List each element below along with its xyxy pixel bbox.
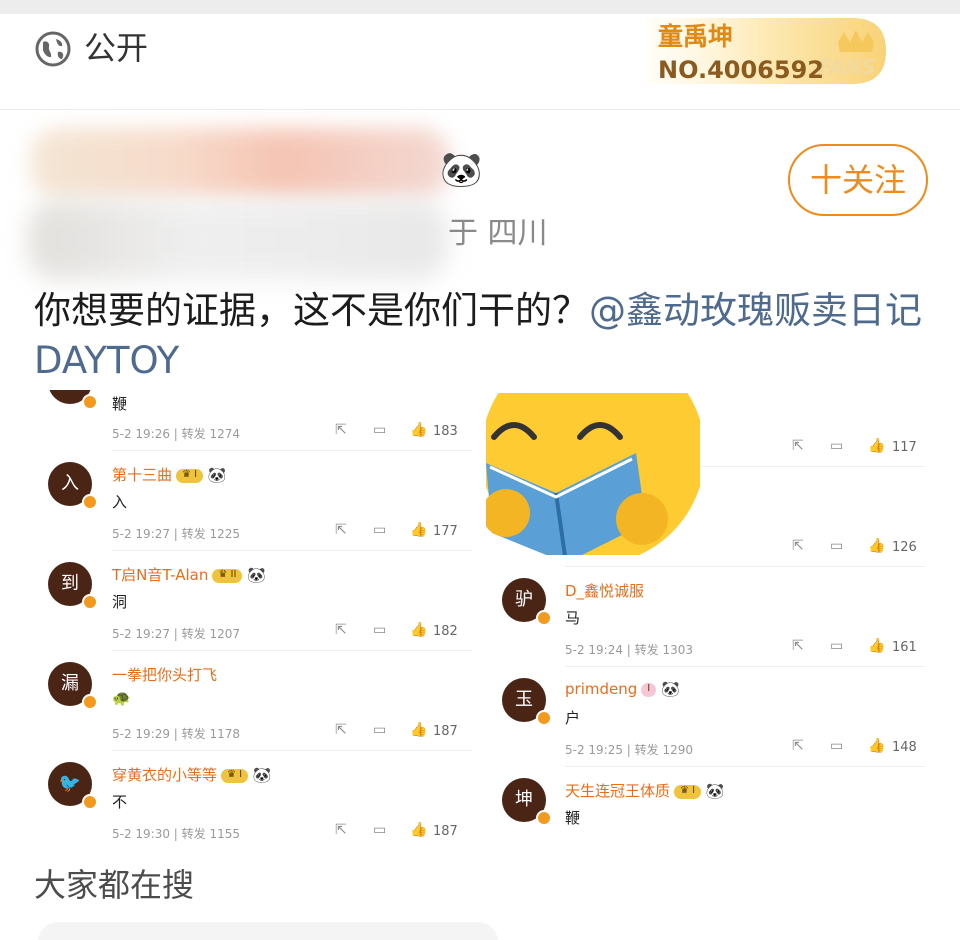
comment-text: 入 — [112, 493, 128, 511]
member-tag-icon: ♛ I — [176, 468, 204, 483]
comment-username[interactable]: 一拳把你头打飞 — [112, 664, 217, 685]
member-tag-icon: ♛ II — [212, 568, 243, 583]
verified-badge-icon — [82, 594, 98, 610]
post-body: 你想要的证据，这不是你们干的？ — [34, 289, 589, 332]
like-count: 182 — [433, 624, 458, 639]
verified-badge-icon — [82, 394, 98, 410]
comment-icon[interactable]: ▭ — [373, 822, 386, 838]
verified-badge-icon — [536, 810, 552, 826]
like-count: 126 — [892, 540, 917, 555]
like-icon[interactable]: 👍 — [868, 638, 885, 654]
comment-divider — [565, 666, 925, 667]
share-icon[interactable]: ⇱ — [335, 822, 347, 838]
trending-search-title: 大家都在搜 — [34, 866, 195, 904]
comment-text: 🐢 — [112, 689, 131, 707]
follow-button[interactable]: 十关注 — [788, 144, 928, 216]
comment-meta: 5-2 19:29 | 转发 1178 — [112, 727, 241, 741]
blurred-author-meta — [28, 200, 448, 280]
comment-username[interactable]: primdeng I 🐼 — [565, 680, 680, 698]
comment-text: 户 — [565, 709, 581, 727]
comment-username[interactable]: T启N音T-Alan ♛ II 🐼 — [112, 564, 266, 585]
blurred-author-name — [30, 128, 450, 198]
member-tag-icon: I — [641, 682, 657, 697]
comment-icon[interactable]: ▭ — [830, 738, 843, 754]
comment-text: 鞭 — [112, 395, 128, 413]
fans-badge-number: NO.4006592 — [658, 56, 824, 84]
reading-book-emoji — [486, 393, 700, 555]
comment-text: 马 — [565, 609, 581, 627]
comment-username[interactable]: 穿黄衣的小等等 ♛ I 🐼 — [112, 764, 272, 785]
comment-meta: 5-2 19:25 | 转发 1290 — [565, 743, 694, 757]
comment-meta: 5-2 19:27 | 转发 1225 — [112, 527, 241, 541]
share-icon[interactable]: ⇱ — [335, 422, 347, 438]
verified-badge-icon — [536, 710, 552, 726]
comment-icon[interactable]: ▭ — [373, 422, 386, 438]
globe-icon — [35, 31, 71, 67]
verified-badge-icon — [536, 610, 552, 626]
like-icon[interactable]: 👍 — [868, 538, 885, 554]
comment-text: 不 — [112, 793, 128, 811]
fans-badge-name: 童禹坤 — [658, 22, 734, 51]
share-icon[interactable]: ⇱ — [335, 722, 347, 738]
like-icon[interactable]: 👍 — [410, 622, 427, 638]
comment-divider — [112, 450, 472, 451]
like-icon[interactable]: 👍 — [410, 522, 427, 538]
like-count: 161 — [892, 640, 917, 655]
like-count: 183 — [433, 424, 458, 439]
comment-icon[interactable]: ▭ — [830, 438, 843, 454]
like-icon[interactable]: 👍 — [868, 438, 885, 454]
comment-meta: 5-2 19:26 | 转发 1274 — [112, 427, 241, 441]
comment-username[interactable]: 第十三曲 ♛ I 🐼 — [112, 464, 227, 485]
like-count: 187 — [433, 824, 458, 839]
verified-badge-icon — [82, 694, 98, 710]
comment-meta: 5-2 19:24 | 转发 1303 — [565, 643, 694, 657]
embedded-screenshot[interactable]: 鞭 5-2 19:26 | 转发 1274 ⇱ ▭ 👍 183 入 第十三曲 ♛ … — [30, 390, 935, 850]
share-icon[interactable]: ⇱ — [792, 638, 804, 654]
like-count: 177 — [433, 524, 458, 539]
trending-search-item[interactable] — [38, 922, 498, 940]
comment-username[interactable]: D_鑫悦诚服 — [565, 580, 644, 601]
member-tag-icon: ♛ I — [674, 784, 702, 799]
like-icon[interactable]: 👍 — [410, 422, 427, 438]
verified-badge-icon — [82, 794, 98, 810]
comment-divider — [112, 750, 472, 751]
comment-divider — [565, 566, 925, 567]
comment-username[interactable]: 天生连冠王体质 ♛ I 🐼 — [565, 780, 725, 801]
like-count: 187 — [433, 724, 458, 739]
comment-icon[interactable]: ▭ — [373, 622, 386, 638]
share-icon[interactable]: ⇱ — [335, 522, 347, 538]
comment-divider — [112, 550, 472, 551]
visibility-label[interactable]: 公开 — [84, 28, 148, 68]
comment-divider — [565, 766, 925, 767]
like-count: 117 — [892, 440, 917, 455]
comment-meta: 5-2 19:27 | 转发 1207 — [112, 627, 241, 641]
panda-emoji-icon: 🐼 — [440, 150, 483, 190]
comment-icon[interactable]: ▭ — [830, 638, 843, 654]
share-icon[interactable]: ⇱ — [792, 538, 804, 554]
comment-icon[interactable]: ▭ — [830, 538, 843, 554]
share-icon[interactable]: ⇱ — [792, 438, 804, 454]
comment-meta: 5-2 19:30 | 转发 1155 — [112, 827, 241, 841]
like-count: 148 — [892, 740, 917, 755]
fans-tag: FANS — [818, 55, 876, 79]
post-location: 于 四川 — [448, 216, 548, 251]
like-icon[interactable]: 👍 — [410, 722, 427, 738]
like-icon[interactable]: 👍 — [410, 822, 427, 838]
comment-divider — [112, 650, 472, 651]
share-icon[interactable]: ⇱ — [335, 622, 347, 638]
comment-icon[interactable]: ▭ — [373, 522, 386, 538]
comment-text: 鞭 — [565, 809, 581, 827]
like-icon[interactable]: 👍 — [868, 738, 885, 754]
verified-badge-icon — [82, 494, 98, 510]
member-tag-icon: ♛ I — [221, 768, 249, 783]
post-text: 你想要的证据，这不是你们干的？@鑫动玫瑰贩卖日记DAYTOY — [34, 286, 934, 386]
share-icon[interactable]: ⇱ — [792, 738, 804, 754]
comment-icon[interactable]: ▭ — [373, 722, 386, 738]
comment-text: 洞 — [112, 593, 128, 611]
